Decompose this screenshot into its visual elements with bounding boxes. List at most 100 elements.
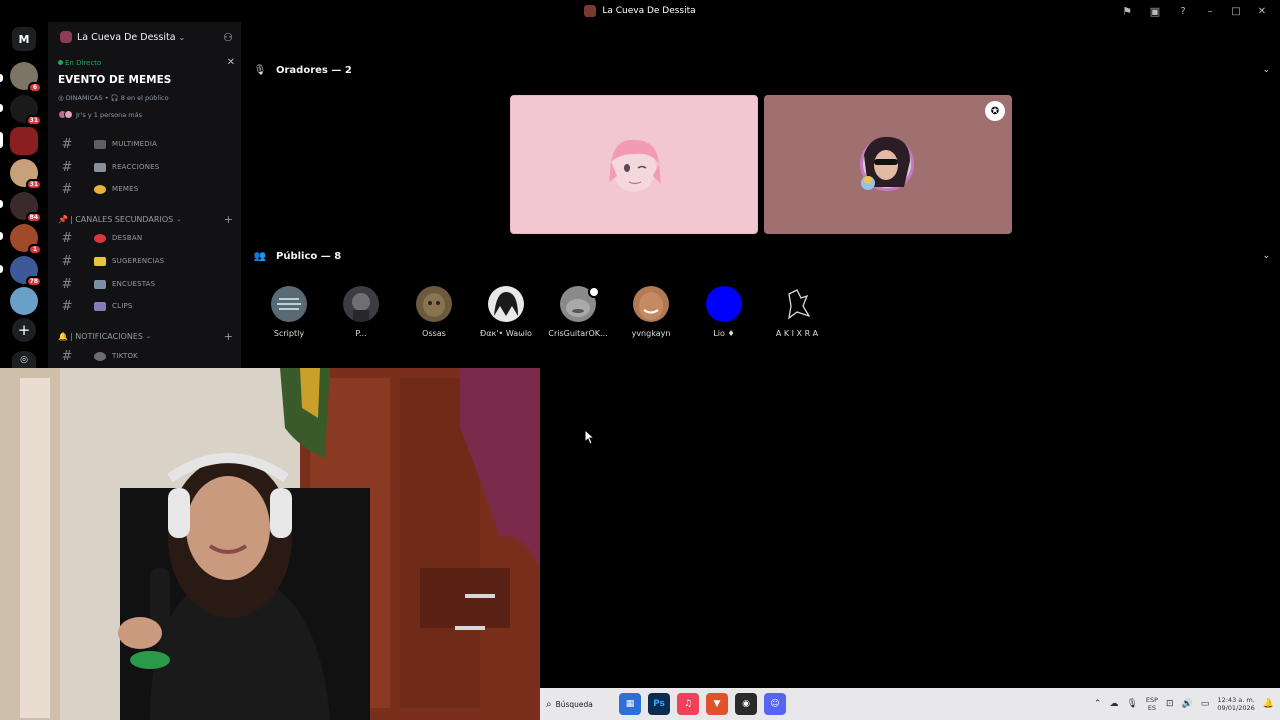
chevron-down-icon[interactable]: ⌄ — [1262, 251, 1270, 261]
server-item[interactable]: 1 — [10, 224, 42, 255]
add-channel-icon[interactable]: + — [224, 213, 233, 226]
clock[interactable]: 12:43 a. m. 09/01/2026 — [1217, 696, 1254, 712]
server-item[interactable] — [10, 287, 38, 315]
mention-badge: 78 — [25, 276, 42, 287]
channel-name: SUGERENCIAS — [112, 257, 165, 265]
audience-member[interactable]: P... — [327, 286, 395, 342]
channel-item[interactable]: # REACCIONES — [54, 157, 235, 177]
add-server-icon[interactable]: + — [12, 318, 36, 342]
server-icon — [584, 5, 597, 17]
volume-icon[interactable]: 🔊 — [1182, 699, 1193, 709]
music-icon[interactable]: ♫ — [677, 693, 699, 715]
maximize-button[interactable]: □ — [1224, 0, 1248, 22]
audience-member[interactable]: yvngkayn — [617, 286, 685, 342]
server-item[interactable]: 78 — [10, 256, 42, 287]
channel-name: REACCIONES — [112, 163, 160, 171]
minimize-button[interactable]: – — [1198, 0, 1222, 22]
discord-icon[interactable]: ☺ — [764, 693, 786, 715]
hash-icon: # — [61, 348, 73, 364]
mention-badge: 31 — [25, 115, 42, 126]
discover-icon[interactable]: ◎ — [12, 351, 36, 368]
microphone-icon[interactable]: 🎙 — [1126, 699, 1137, 709]
obs-icon[interactable]: ◉ — [735, 693, 757, 715]
member-name: A K I X R A — [775, 329, 819, 338]
category-header[interactable]: 📌 | CANALES SECUNDARIOS ⌄ + — [58, 211, 233, 227]
taskbar-search[interactable]: ⌕ Búsqueda — [543, 692, 605, 716]
title-bar: La Cueva De Dessita ⚑ ▣ ? – □ ✕ — [0, 0, 1280, 22]
photoshop-icon[interactable]: Ps — [648, 693, 670, 715]
taskbar: ⌕ Búsqueda ▦ Ps ♫ ▼ ◉ ☺ ⌃ ☁ 🎙 ESP ES ⊡ 🔊 … — [540, 688, 1280, 720]
server-rail: M 6 31 31 84 1 78 + ◎ — [0, 22, 48, 368]
server-item[interactable]: 6 — [10, 62, 42, 93]
channel-emoji-icon — [94, 233, 106, 243]
audience-member[interactable]: CrisGuitarOK... — [544, 286, 612, 342]
live-event-card[interactable]: En Directo ✕ EVENTO DE MEMES ◎ DINAMICAS… — [54, 55, 235, 125]
close-button[interactable]: ✕ — [1250, 0, 1274, 22]
audience-header[interactable]: 👥 Público — 8 ⌄ — [253, 246, 1270, 266]
chevron-down-icon[interactable]: ⌄ — [1262, 65, 1270, 75]
audience-member[interactable]: Đαк'• Waωlo — [472, 286, 540, 342]
network-icon[interactable]: ⊡ — [1166, 699, 1174, 709]
channel-name: ENCUESTAS — [112, 280, 156, 288]
brave-browser-icon[interactable]: ▼ — [706, 693, 728, 715]
close-icon[interactable]: ✕ — [227, 57, 235, 68]
channel-item[interactable]: # MEMES — [54, 179, 235, 199]
audience-member[interactable]: Lio ♦ — [690, 286, 758, 342]
live-status: En Directo — [58, 59, 101, 67]
channel-item[interactable]: # DESBAN — [54, 228, 235, 248]
audience-member[interactable]: Ossas — [400, 286, 468, 342]
chevron-down-icon: ⌄ — [176, 215, 182, 223]
channel-item[interactable]: # MULTIMEDIA — [54, 134, 235, 154]
server-item[interactable]: 84 — [10, 192, 42, 223]
channel-item[interactable]: # TIKTOK — [54, 346, 235, 366]
event-title: EVENTO DE MEMES — [58, 74, 172, 86]
server-header[interactable]: La Cueva De Dessita ⌄ ⚇ — [48, 22, 241, 52]
speakers-label: Oradores — 2 — [276, 64, 352, 76]
help-icon[interactable]: ? — [1170, 0, 1196, 22]
title-bar-actions: ⚑ ▣ ? – □ ✕ — [1114, 0, 1274, 22]
chevron-up-icon[interactable]: ⌃ — [1094, 699, 1102, 709]
flag-icon[interactable]: ⚑ — [1114, 0, 1140, 22]
speaker-tile[interactable]: ✪ — [764, 95, 1012, 234]
audience-member[interactable]: A K I X R A — [763, 286, 831, 342]
member-name: Ossas — [422, 329, 446, 338]
language-code: ESP — [1145, 696, 1159, 704]
invite-icon[interactable]: ⚇ — [223, 31, 233, 44]
channel-name: TIKTOK — [112, 352, 138, 360]
speaker-tile[interactable] — [510, 95, 758, 234]
server-item-selected[interactable] — [10, 127, 38, 155]
battery-icon[interactable]: ▭ — [1201, 699, 1210, 709]
channel-emoji-icon — [94, 184, 106, 194]
home-button[interactable]: M — [12, 27, 36, 51]
channel-emoji-icon — [94, 139, 106, 149]
channel-item[interactable]: # SUGERENCIAS — [54, 251, 235, 271]
cloud-icon[interactable]: ☁ — [1109, 699, 1118, 709]
category-header[interactable]: 🔔 | NOTIFICACIONES ⌄ + — [58, 328, 233, 344]
inbox-icon[interactable]: ▣ — [1142, 0, 1168, 22]
channel-name: MEMES — [112, 185, 139, 193]
avatar — [488, 286, 524, 322]
channel-emoji-icon — [94, 301, 106, 311]
language-indicator[interactable]: ESP ES — [1146, 696, 1158, 712]
audience-count: 8 en el público — [120, 94, 169, 102]
system-tray: ⌃ ☁ 🎙 ESP ES ⊡ 🔊 ▭ 12:43 a. m. 09/01/2026 … — [1094, 696, 1280, 712]
add-channel-icon[interactable]: + — [224, 330, 233, 343]
mention-badge: 6 — [28, 82, 42, 93]
channel-name: MULTIMEDIA — [112, 140, 158, 148]
server-name: La Cueva De Dessita — [77, 31, 176, 43]
notification-icon[interactable]: 🔔 — [1263, 699, 1274, 709]
event-stage-info: ◎ DINAMICAS • 🎧 8 en el público — [58, 94, 169, 102]
mention-badge: 84 — [25, 212, 42, 223]
server-item[interactable]: 31 — [10, 95, 42, 126]
speaker-avatar — [860, 136, 914, 191]
search-icon: ⌕ — [546, 698, 552, 710]
channel-emoji-icon — [94, 279, 106, 289]
speakers-header[interactable]: 🎙 Oradores — 2 ⌄ — [253, 60, 1270, 80]
bell-icon: 🔔 — [58, 331, 68, 341]
unread-pill — [0, 265, 3, 273]
channel-item[interactable]: # CLIPS — [54, 296, 235, 316]
channel-item[interactable]: # ENCUESTAS — [54, 274, 235, 294]
file-explorer-icon[interactable]: ▦ — [619, 693, 641, 715]
audience-member[interactable]: Scriptly — [255, 286, 323, 342]
server-item[interactable]: 31 — [10, 159, 42, 190]
